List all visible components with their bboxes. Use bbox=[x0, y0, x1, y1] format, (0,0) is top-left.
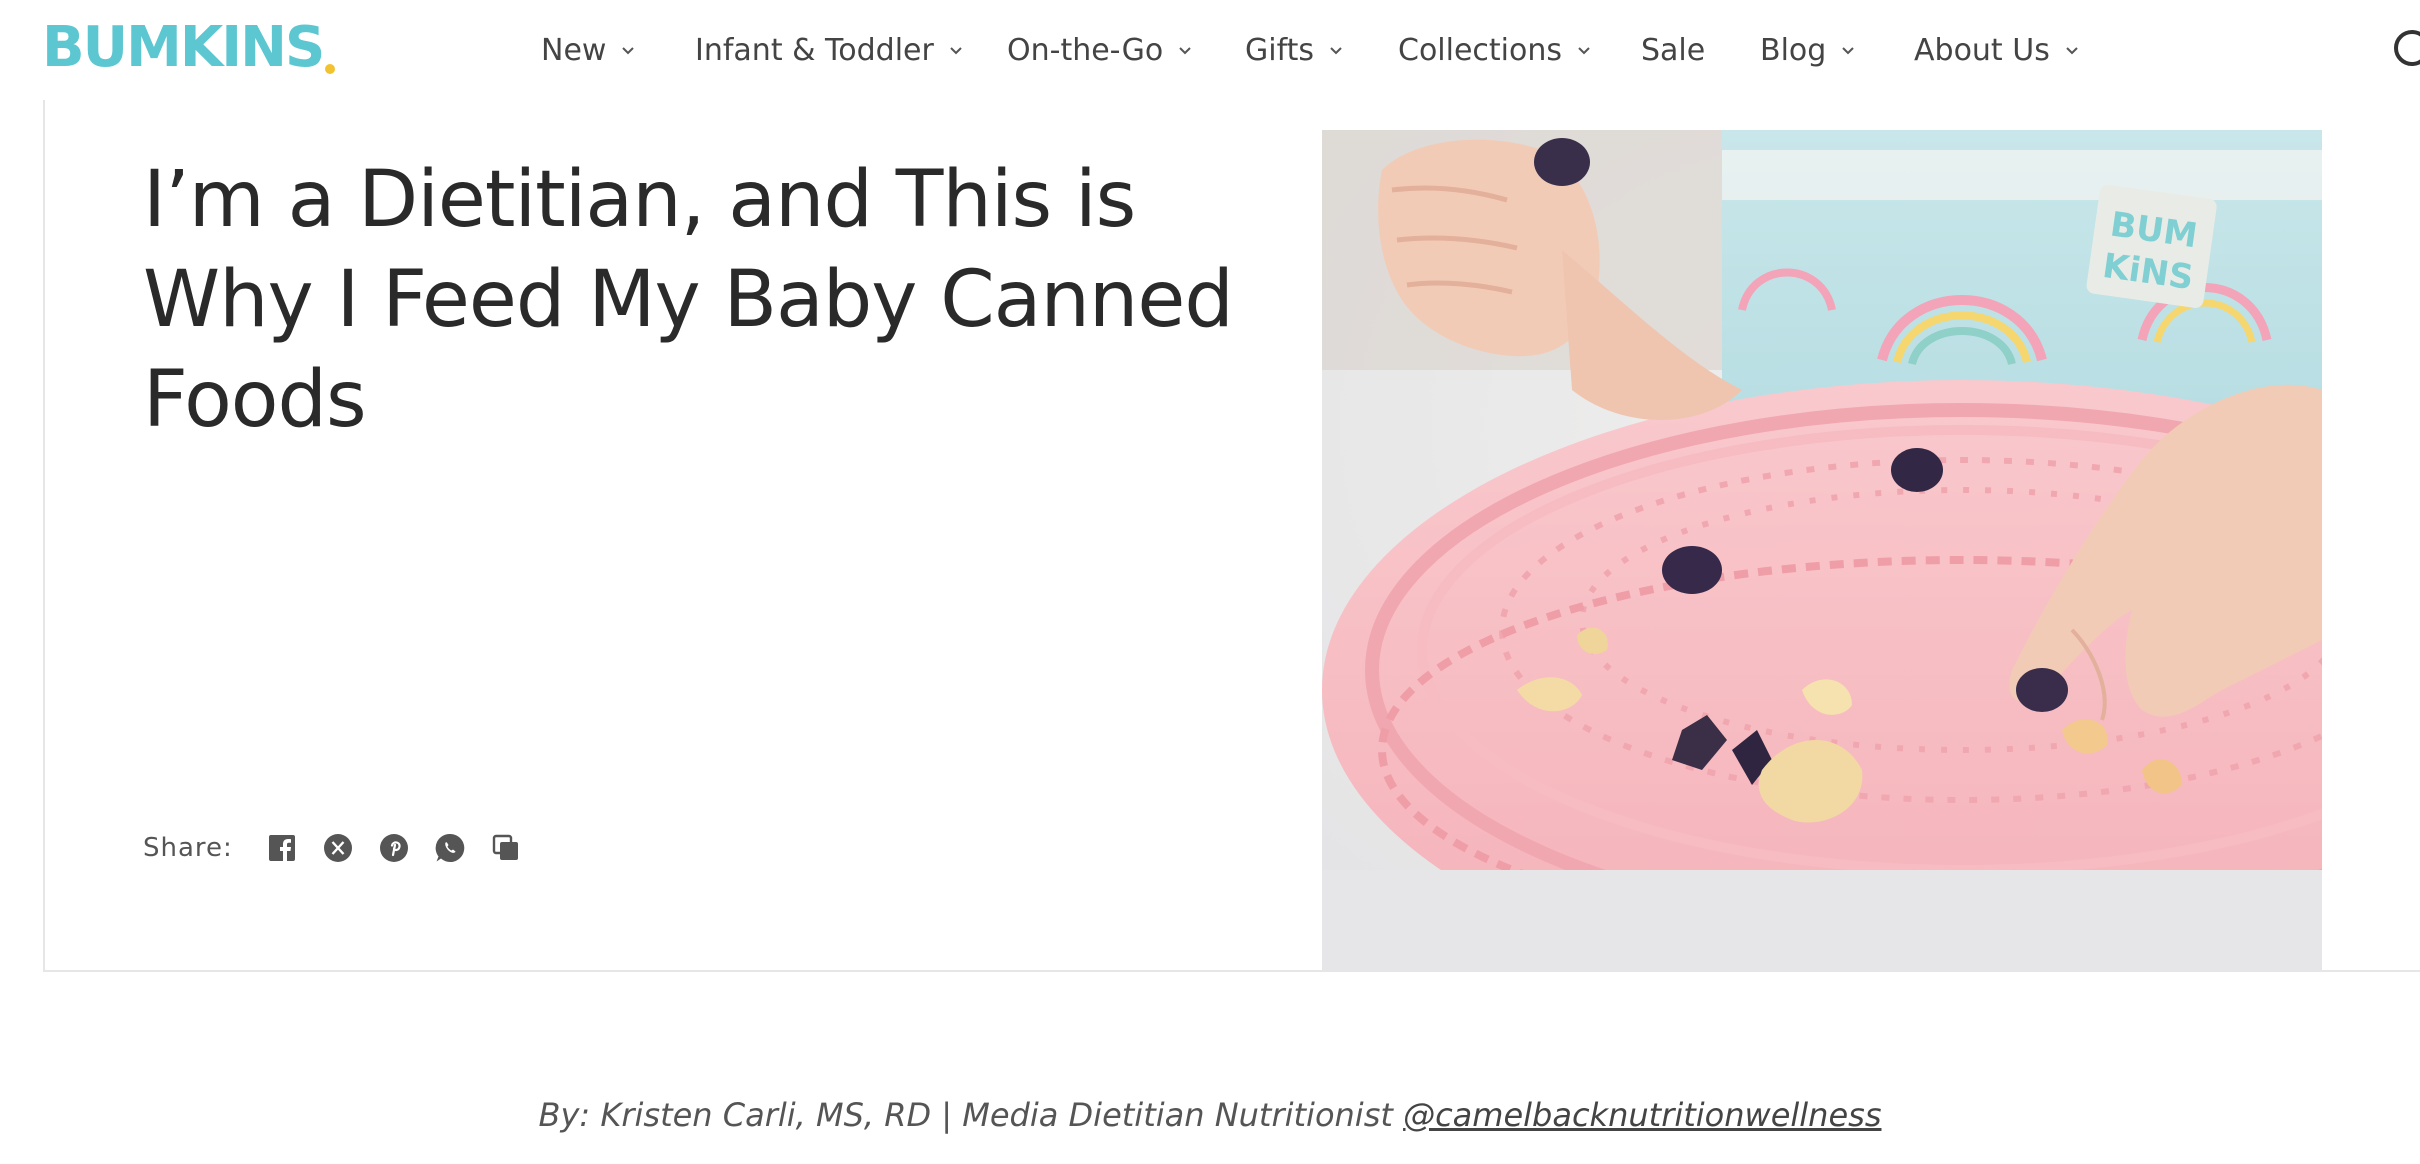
nav-item-label: About Us bbox=[1914, 32, 2050, 68]
baby-feeding-photo: BUM KiNS bbox=[1322, 130, 2322, 972]
x-icon bbox=[323, 834, 352, 862]
article-hero-image: BUM KiNS bbox=[1322, 130, 2322, 972]
nav-item-infant-toddler[interactable]: Infant & Toddler bbox=[695, 26, 964, 74]
pinterest-icon bbox=[379, 834, 408, 862]
share-facebook-button[interactable] bbox=[265, 831, 299, 865]
nav-item-sale[interactable]: Sale bbox=[1641, 26, 1705, 74]
chevron-down-icon bbox=[622, 47, 635, 55]
chevron-down-icon bbox=[950, 47, 962, 55]
article-title: I’m a Dietitian, and This is Why I Feed … bbox=[143, 155, 1234, 445]
nav-item-label: On-the-Go bbox=[1007, 32, 1164, 68]
byline-text: By: Kristen Carli, MS, RD | Media Dietit… bbox=[538, 1096, 1404, 1134]
nav-item-label: Blog bbox=[1760, 32, 1827, 68]
site-header: BUMKINS New Infant & Toddler On-the-Go G… bbox=[0, 0, 2420, 100]
share-x-button[interactable] bbox=[321, 831, 355, 865]
nav-item-on-the-go[interactable]: On-the-Go bbox=[1007, 26, 1193, 74]
chevron-down-icon bbox=[1179, 47, 1191, 55]
nav-item-label: Gifts bbox=[1245, 32, 1315, 68]
logo-dot bbox=[325, 64, 336, 74]
nav-item-label: Collections bbox=[1398, 32, 1563, 68]
chevron-down-icon bbox=[1330, 47, 1342, 55]
author-instagram-link[interactable]: @camelbacknutritionwellness bbox=[1403, 1096, 1881, 1134]
whatsapp-icon bbox=[435, 833, 465, 862]
share-bar: Share: bbox=[143, 830, 545, 866]
nav-item-label: New bbox=[541, 32, 607, 68]
chevron-down-icon bbox=[1578, 47, 1590, 55]
chevron-down-icon bbox=[1842, 47, 1855, 55]
nav-item-collections[interactable]: Collections bbox=[1398, 26, 1592, 74]
article-byline: By: Kristen Carli, MS, RD | Media Dietit… bbox=[0, 1096, 2420, 1134]
copy-link-button[interactable] bbox=[489, 831, 523, 865]
nav-item-label: Sale bbox=[1641, 32, 1706, 68]
share-whatsapp-button[interactable] bbox=[433, 831, 467, 865]
bumkins-logo[interactable]: BUMKINS bbox=[42, 15, 336, 80]
chevron-down-icon bbox=[2066, 47, 2078, 55]
nav-item-label: Infant & Toddler bbox=[695, 32, 934, 68]
nav-item-about-us[interactable]: About Us bbox=[1914, 26, 2080, 74]
nav-item-blog[interactable]: Blog bbox=[1760, 26, 1856, 74]
share-label: Share: bbox=[143, 833, 233, 863]
nav-item-gifts[interactable]: Gifts bbox=[1245, 26, 1344, 74]
search-icon[interactable] bbox=[2388, 24, 2420, 76]
logo-text: BUMKINS bbox=[42, 15, 325, 80]
nav-item-new[interactable]: New bbox=[541, 26, 636, 74]
copy-link-icon bbox=[492, 834, 518, 860]
share-pinterest-button[interactable] bbox=[377, 831, 411, 865]
facebook-icon bbox=[268, 835, 295, 862]
